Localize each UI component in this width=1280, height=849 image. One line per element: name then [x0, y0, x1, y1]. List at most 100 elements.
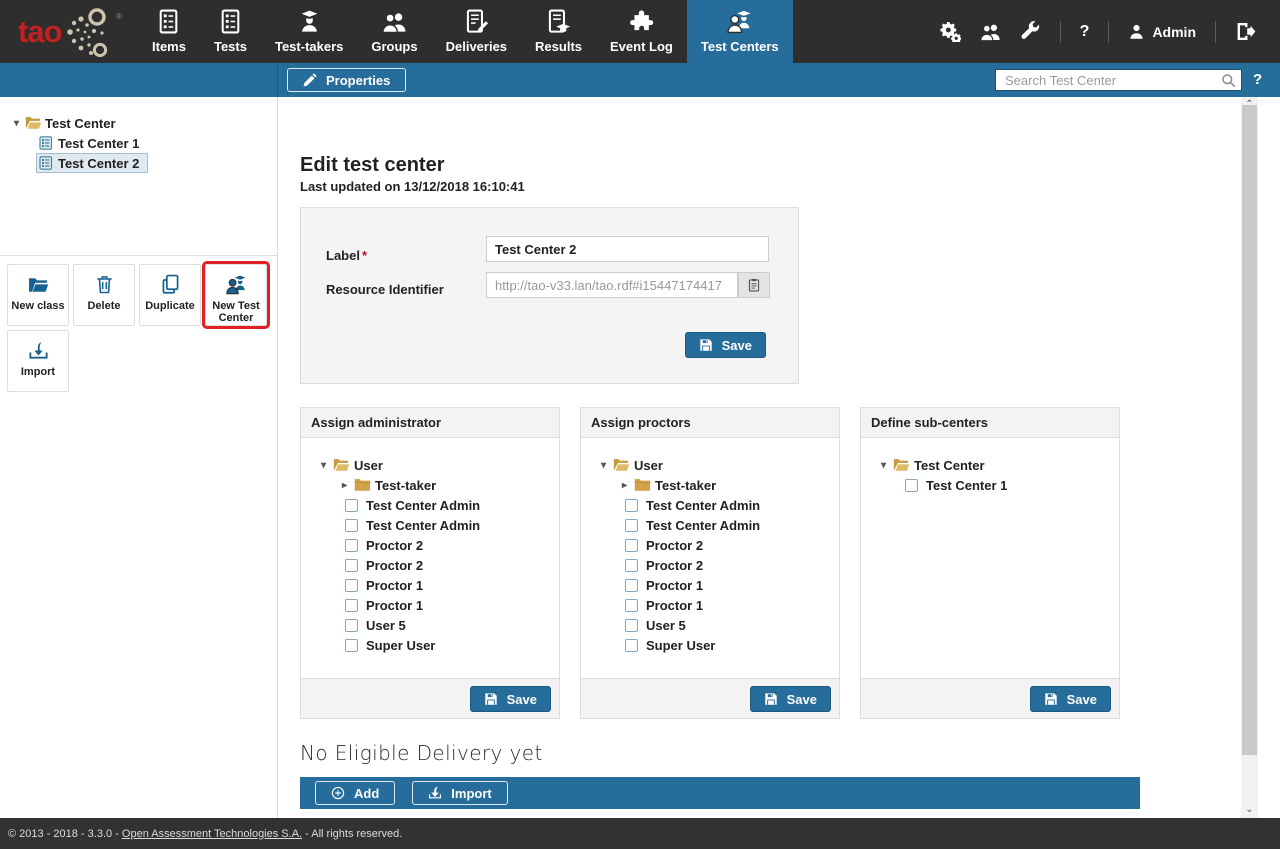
tao-logo-text: tao [18, 16, 62, 47]
checkbox[interactable] [625, 579, 638, 592]
caret-right-icon[interactable]: ▸ [339, 480, 350, 491]
checkbox[interactable] [625, 619, 638, 632]
checkbox[interactable] [345, 559, 358, 572]
user-option-row[interactable]: Super User [345, 635, 559, 655]
user-option-row[interactable]: Super User [625, 635, 839, 655]
user-account-menu[interactable]: Admin [1128, 23, 1196, 40]
tree-node-label: Test Center [45, 116, 116, 131]
label-field-input[interactable]: Test Center 2 [486, 236, 769, 262]
new-class-button[interactable]: New class [7, 264, 69, 326]
tree-node-test-center-2-selected[interactable]: Test Center 2 [36, 153, 148, 173]
import-delivery-button[interactable]: Import [412, 781, 507, 805]
tree-node-test-center[interactable]: ▾ Test Center [878, 455, 1119, 475]
top-right-toolbar: ? Admin [940, 0, 1280, 63]
user-option-row[interactable]: Proctor 2 [625, 535, 839, 555]
user-option-row[interactable]: Proctor 1 [625, 575, 839, 595]
new-test-center-button[interactable]: New Test Center [205, 264, 267, 326]
define-sub-centers-save-button[interactable]: Save [1030, 686, 1111, 712]
search-icon[interactable] [1221, 73, 1236, 88]
user-option-row[interactable]: Proctor 1 [345, 575, 559, 595]
new-test-center-users-icon [226, 274, 247, 295]
nav-deliveries[interactable]: Deliveries [432, 0, 521, 63]
tree-node-user[interactable]: ▾ User [318, 455, 559, 475]
caret-down-icon[interactable]: ▾ [318, 460, 329, 471]
checkbox[interactable] [625, 539, 638, 552]
copy-to-clipboard-button[interactable] [738, 272, 770, 298]
nav-tests[interactable]: Tests [200, 0, 261, 63]
checkbox[interactable] [345, 499, 358, 512]
nav-event-log[interactable]: Event Log [596, 0, 687, 63]
nav-test-takers[interactable]: Test-takers [261, 0, 357, 63]
checkbox[interactable] [345, 639, 358, 652]
section-help-icon[interactable]: ? [1253, 71, 1262, 88]
tree-node-test-taker[interactable]: ▸ Test-taker [619, 475, 839, 495]
caret-right-icon[interactable]: ▸ [619, 480, 630, 491]
duplicate-button[interactable]: Duplicate [139, 264, 201, 326]
checkbox[interactable] [905, 479, 918, 492]
checkbox[interactable] [625, 599, 638, 612]
user-option-row[interactable]: Test Center Admin [625, 515, 839, 535]
tree-node-test-center[interactable]: ▾ Test Center [0, 113, 277, 133]
tools-wrench-icon[interactable] [1020, 21, 1041, 42]
form-save-button[interactable]: Save [685, 332, 766, 358]
settings-gears-icon[interactable] [940, 21, 961, 42]
vertical-scrollbar[interactable]: ⌃ ⌄ [1241, 97, 1258, 818]
footer: © 2013 - 2018 - 3.3.0 - Open Assessment … [0, 818, 1280, 849]
checkbox[interactable] [345, 579, 358, 592]
search-input[interactable] [1003, 72, 1221, 89]
tree-node-test-taker[interactable]: ▸ Test-taker [339, 475, 559, 495]
scrollbar-thumb[interactable] [1242, 105, 1257, 755]
logout-icon[interactable] [1235, 21, 1256, 42]
define-sub-centers-title: Define sub-centers [861, 408, 1119, 438]
assign-administrator-save-button[interactable]: Save [470, 686, 551, 712]
user-option-row[interactable]: Proctor 1 [345, 595, 559, 615]
save-icon [699, 338, 713, 352]
checkbox[interactable] [345, 519, 358, 532]
checkbox[interactable] [625, 519, 638, 532]
tree-node-test-center-1[interactable]: Test Center 1 [36, 133, 148, 153]
user-option-row[interactable]: Test Center Admin [625, 495, 839, 515]
save-icon [1044, 692, 1058, 706]
caret-down-icon[interactable]: ▾ [598, 460, 609, 471]
checkbox[interactable] [345, 619, 358, 632]
folder-open-icon [333, 458, 350, 472]
checkbox[interactable] [625, 559, 638, 572]
checkbox[interactable] [345, 539, 358, 552]
tree-node-user[interactable]: ▾ User [598, 455, 839, 475]
checkbox[interactable] [625, 639, 638, 652]
tao-logo[interactable]: tao ® [0, 0, 138, 63]
user-option-row[interactable]: Proctor 1 [625, 595, 839, 615]
checkbox[interactable] [625, 499, 638, 512]
nav-test-centers[interactable]: Test Centers [687, 0, 793, 63]
checkbox[interactable] [345, 599, 358, 612]
user-option-row[interactable]: User 5 [345, 615, 559, 635]
user-option-row[interactable]: Proctor 2 [625, 555, 839, 575]
nav-groups[interactable]: Groups [357, 0, 431, 63]
delete-label: Delete [87, 300, 120, 312]
delete-button[interactable]: Delete [73, 264, 135, 326]
user-option-row[interactable]: User 5 [625, 615, 839, 635]
user-management-icon[interactable] [980, 21, 1001, 42]
caret-down-icon[interactable]: ▾ [878, 460, 889, 471]
user-option-row[interactable]: Proctor 2 [345, 535, 559, 555]
user-option-row[interactable]: Test Center Admin [345, 495, 559, 515]
scroll-down-arrow-icon[interactable]: ⌄ [1241, 802, 1258, 816]
add-delivery-button[interactable]: Add [315, 781, 395, 805]
nav-groups-label: Groups [371, 39, 417, 54]
caret-down-icon[interactable]: ▾ [11, 118, 22, 129]
sub-center-option-row[interactable]: Test Center 1 [905, 475, 1119, 495]
help-icon[interactable]: ? [1080, 23, 1090, 41]
nav-results[interactable]: Results [521, 0, 596, 63]
user-option-row[interactable]: Test Center Admin [345, 515, 559, 535]
nav-items[interactable]: Items [138, 0, 200, 63]
registered-mark: ® [116, 12, 122, 21]
user-option-row[interactable]: Proctor 2 [345, 555, 559, 575]
footer-company-link[interactable]: Open Assessment Technologies S.A. [122, 828, 302, 840]
nav-items-label: Items [152, 39, 186, 54]
properties-button[interactable]: Properties [287, 68, 406, 92]
toolbar-separator [1108, 21, 1109, 43]
assign-administrator-tree: ▾ User ▸ Test-taker Test Center Admin Te… [301, 438, 559, 678]
test-centers-icon [727, 9, 752, 34]
assign-proctors-save-button[interactable]: Save [750, 686, 831, 712]
import-button[interactable]: Import [7, 330, 69, 392]
